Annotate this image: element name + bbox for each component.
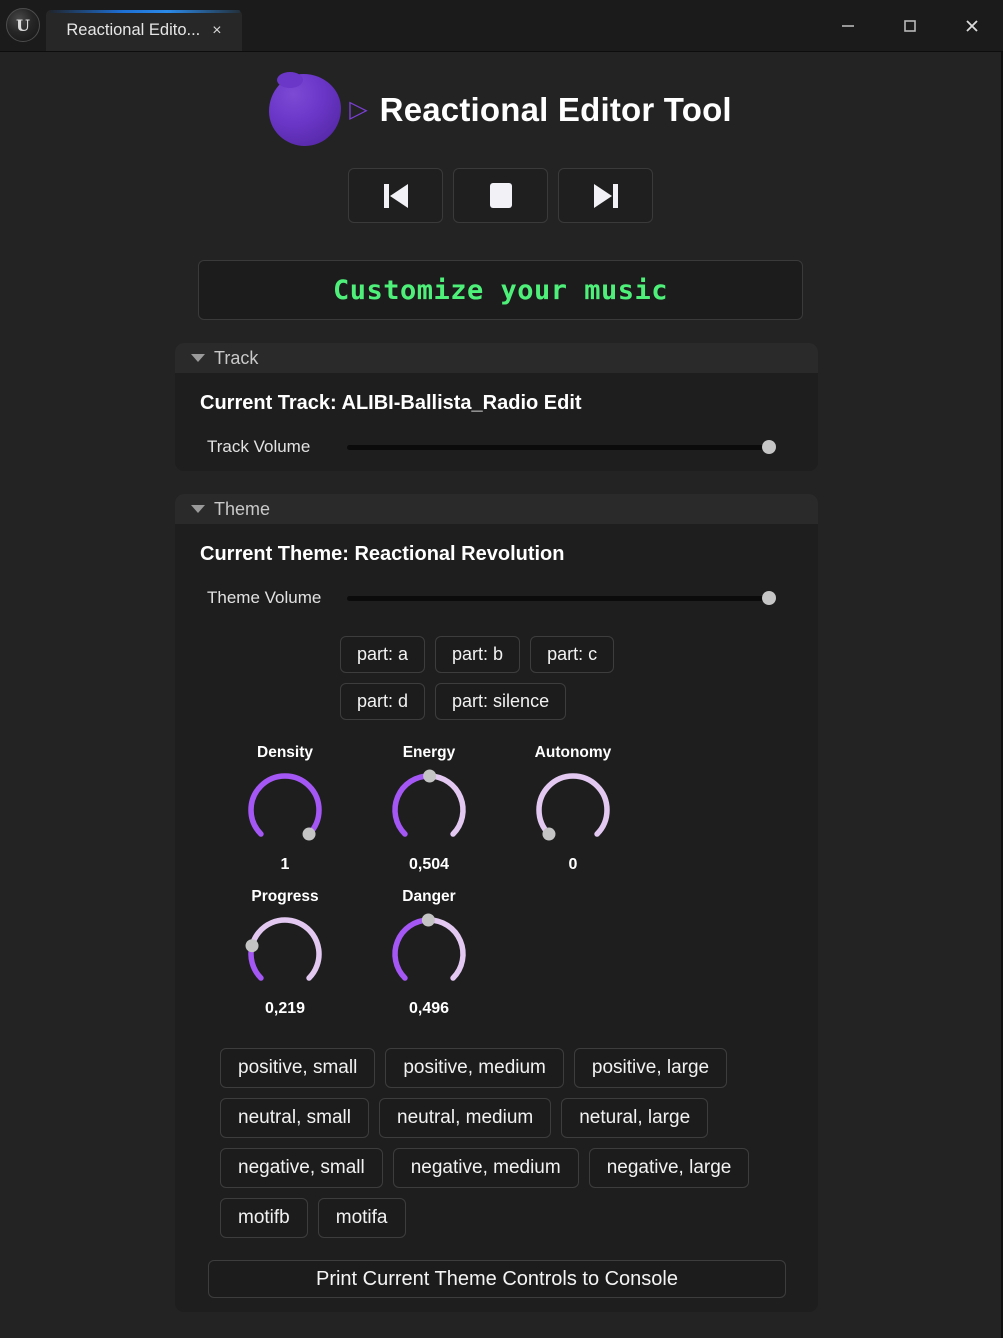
theme-volume-slider-handle[interactable] (762, 591, 776, 605)
knob-label: Danger (402, 888, 456, 905)
knob-value: 0,496 (408, 1000, 450, 1017)
stinger-button[interactable]: positive, medium (385, 1048, 564, 1088)
stinger-button[interactable]: neutral, medium (379, 1098, 552, 1138)
page-title: Reactional Editor Tool (379, 91, 732, 128)
track-volume-label: Track Volume (207, 437, 311, 456)
knob-danger[interactable]: Danger 0,496 (357, 888, 501, 1018)
editor-tab[interactable]: Reactional Edito... × (46, 10, 242, 51)
knob-label: Progress (251, 888, 319, 905)
knob-energy[interactable]: Energy 0,504 (357, 744, 501, 874)
chevron-down-icon (191, 505, 205, 513)
play-triangle-icon: ▷ (349, 96, 368, 123)
chevron-down-icon (191, 354, 205, 362)
knob-density[interactable]: Density 1 (213, 744, 357, 874)
window-titlebar: U Reactional Edito... × (0, 0, 1003, 52)
track-volume-slider-track (347, 445, 776, 450)
stinger-button[interactable]: motifb (220, 1198, 308, 1238)
part-button[interactable]: part: c (530, 636, 615, 673)
app-header: ▷ Reactional Editor Tool (0, 52, 1001, 146)
maximize-button[interactable] (879, 0, 941, 52)
theme-volume-row: Theme Volume (175, 566, 818, 608)
stinger-button[interactable]: negative, small (220, 1148, 383, 1188)
theme-panel-header[interactable]: Theme (175, 494, 818, 524)
knob-value: 0,504 (408, 856, 450, 873)
track-volume-slider-handle[interactable] (762, 440, 776, 454)
tab-title: Reactional Edito... (66, 21, 201, 39)
knob-dial[interactable] (237, 765, 333, 847)
knob-progress[interactable]: Progress 0,219 (213, 888, 357, 1018)
knob-dial[interactable] (237, 909, 333, 991)
window-controls (817, 0, 1003, 52)
stinger-button[interactable]: positive, large (573, 1048, 728, 1088)
knob-value: 0 (568, 856, 578, 873)
knob-value: 0,219 (264, 1000, 306, 1017)
stinger-button[interactable]: positive, small (220, 1048, 376, 1088)
knob-label: Density (257, 744, 313, 761)
track-panel-body: Current Track: ALIBI-Ballista_Radio Edit… (175, 373, 818, 471)
stop-button[interactable] (453, 168, 548, 223)
reactional-blob-logo-icon (269, 72, 342, 146)
track-panel-title: Track (214, 347, 259, 368)
knob-dial[interactable] (525, 765, 621, 847)
minimize-button[interactable] (817, 0, 879, 52)
knob-label: Autonomy (534, 744, 612, 761)
stinger-button[interactable]: netural, large (561, 1098, 709, 1138)
transport-controls (0, 168, 1001, 223)
theme-panel: Theme Current Theme: Reactional Revoluti… (175, 494, 818, 1312)
theme-volume-slider[interactable] (347, 591, 776, 605)
theme-knob-group: Density 1 Energy 0,504 Autonomy 0 Progress 0,21… (175, 720, 770, 1032)
track-panel: Track Current Track: ALIBI-Ballista_Radi… (175, 343, 818, 471)
print-controls-row: Print Current Theme Controls to Console (175, 1238, 818, 1298)
stinger-button[interactable]: negative, large (588, 1148, 750, 1188)
close-button[interactable] (941, 0, 1003, 52)
track-volume-row: Track Volume (175, 415, 818, 457)
current-theme-label: Current Theme: Reactional Revolution (200, 543, 565, 565)
knob-autonomy[interactable]: Autonomy 0 (501, 744, 645, 874)
stinger-button[interactable]: negative, medium (392, 1148, 579, 1188)
svg-text:U: U (16, 16, 30, 35)
part-button[interactable]: part: d (340, 683, 426, 720)
knob-label: Energy (402, 744, 456, 761)
theme-volume-slider-track (347, 596, 776, 601)
knob-value: 1 (280, 856, 290, 873)
theme-volume-label: Theme Volume (207, 588, 322, 607)
track-volume-slider[interactable] (347, 440, 776, 454)
part-button[interactable]: part: silence (435, 683, 567, 720)
theme-panel-title: Theme (214, 498, 271, 519)
part-button[interactable]: part: a (340, 636, 426, 673)
print-theme-controls-button[interactable]: Print Current Theme Controls to Console (208, 1260, 786, 1298)
knob-dial[interactable] (381, 909, 477, 991)
part-button-group: part: a part: b part: c part: d part: silenc… (175, 608, 680, 720)
next-track-button[interactable] (558, 168, 653, 223)
unreal-engine-logo-icon: U (6, 8, 40, 42)
customize-music-button[interactable]: Customize your music (198, 260, 803, 320)
stinger-button[interactable]: neutral, small (220, 1098, 369, 1138)
previous-track-button[interactable] (348, 168, 443, 223)
stinger-button[interactable]: motifa (317, 1198, 406, 1238)
tool-page: ▷ Reactional Editor Tool Customize your … (0, 52, 1003, 1338)
part-button[interactable]: part: b (435, 636, 521, 673)
track-panel-header[interactable]: Track (175, 343, 818, 373)
customize-music-label: Customize your music (332, 274, 669, 306)
tab-close-icon[interactable]: × (212, 22, 221, 39)
knob-dial[interactable] (381, 765, 477, 847)
current-track-label: Current Track: ALIBI-Ballista_Radio Edit (200, 392, 582, 414)
theme-panel-body: Current Theme: Reactional Revolution The… (175, 524, 818, 1312)
stinger-button-group: positive, small positive, medium positive,… (175, 1032, 755, 1238)
